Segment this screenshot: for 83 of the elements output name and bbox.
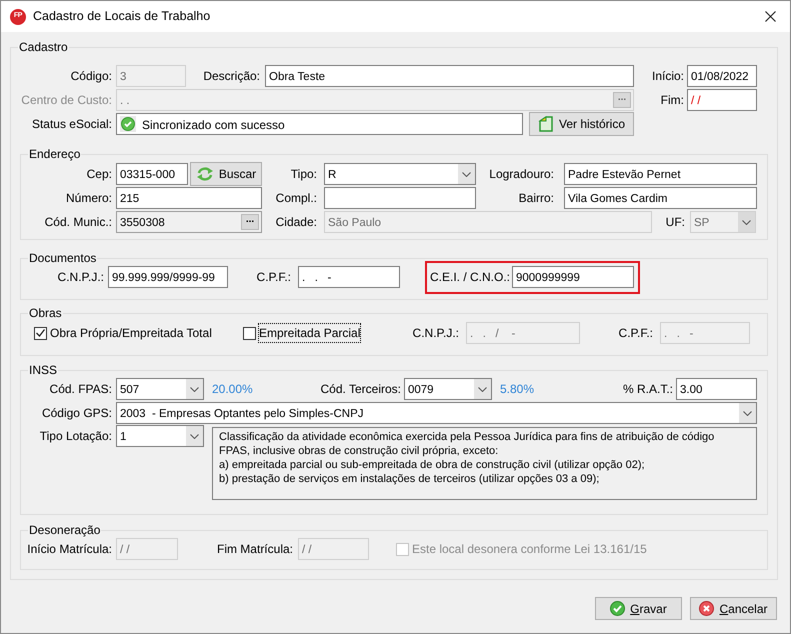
ellipsis-button[interactable]: ... bbox=[241, 214, 259, 230]
rate-text: 5.80% bbox=[500, 381, 536, 398]
input-field[interactable]: Obra Teste bbox=[265, 65, 634, 87]
field-label: Status eSocial: bbox=[30, 116, 112, 133]
field-label: C.P.F.: bbox=[256, 269, 291, 286]
field-label: Início: bbox=[650, 68, 684, 85]
lookup-field[interactable]: 3550308 ... bbox=[116, 211, 262, 233]
action-button[interactable]: Gravar bbox=[595, 597, 682, 620]
field-label: C.E.I. / C.N.O.: bbox=[430, 269, 508, 286]
rate-text: 20.00% bbox=[212, 381, 254, 398]
field-label: % R.A.T.: bbox=[622, 381, 673, 398]
field-label: Tipo Lotação: bbox=[38, 428, 112, 445]
check-circle-icon bbox=[610, 601, 626, 616]
chevron-down-icon bbox=[743, 410, 752, 416]
field-label: UF: bbox=[664, 214, 685, 231]
input-field[interactable]: Padre Estevão Pernet bbox=[564, 163, 757, 185]
field-label: Cód. FPAS: bbox=[48, 381, 112, 398]
field-label: Cidade: bbox=[274, 214, 317, 231]
check-circle-icon bbox=[120, 116, 136, 132]
input-field[interactable] bbox=[324, 187, 476, 209]
input-field[interactable]: 03315-000 bbox=[116, 163, 188, 185]
input-field[interactable]: Vila Gomes Cardim bbox=[564, 187, 757, 209]
input-field[interactable]: 215 bbox=[116, 187, 262, 209]
chevron-down-icon bbox=[190, 386, 199, 392]
input-field[interactable]: 01/08/2022 bbox=[687, 65, 757, 87]
field-label: Fim: bbox=[660, 92, 684, 109]
close-icon[interactable] bbox=[765, 11, 776, 22]
field-label: Cód. Terceiros: bbox=[320, 381, 401, 398]
action-button[interactable]: Ver histórico bbox=[529, 112, 634, 136]
input-field[interactable]: . . - bbox=[298, 266, 400, 288]
checkbox-label[interactable]: Empreitada Parcial bbox=[259, 324, 360, 342]
checkmark-icon bbox=[36, 329, 45, 337]
field-label: Bairro: bbox=[518, 190, 554, 207]
dropdown-button[interactable] bbox=[186, 379, 203, 399]
dropdown-field[interactable]: 1 bbox=[116, 425, 204, 447]
group-title: Endereço bbox=[28, 146, 82, 162]
status-field[interactable]: Sincronizado com sucesso bbox=[116, 113, 523, 135]
chevron-down-icon bbox=[742, 220, 751, 224]
field-label: C.N.P.J.: bbox=[56, 269, 104, 286]
checkbox[interactable] bbox=[243, 326, 256, 340]
input-field[interactable]: / / bbox=[687, 89, 757, 111]
action-button[interactable]: Buscar bbox=[190, 162, 262, 186]
field-label: Compl.: bbox=[274, 190, 317, 207]
chevron-down-icon bbox=[478, 386, 487, 392]
description-line: a) empreitada parcial ou sub-empreitada de obra de construção civil (utilizar opção 02); bbox=[219, 458, 646, 472]
input-field[interactable]: 99.999.999/9999-99 bbox=[108, 266, 228, 288]
description-line: Classificação da atividade econômica exercida pela Pessoa Jurídica para fins de atribuição de código bbox=[219, 430, 716, 444]
field-label: Cód. Munic.: bbox=[44, 214, 112, 231]
dropdown-field[interactable]: 0079 bbox=[404, 378, 492, 400]
description-line: FPAS, inclusive obras de construção civil própria, exceto: bbox=[219, 444, 500, 458]
refresh-icon bbox=[196, 167, 214, 181]
field-label: Fim Matrícula: bbox=[216, 541, 293, 558]
dropdown-field[interactable]: R bbox=[324, 163, 476, 185]
field-label: Centro de Custo: bbox=[20, 92, 112, 109]
field-label: C.P.F.: bbox=[618, 325, 653, 342]
checkbox[interactable] bbox=[34, 326, 47, 340]
field-label: Cep: bbox=[86, 166, 112, 183]
field-value: / / bbox=[691, 94, 702, 108]
field-label: Código GPS: bbox=[40, 405, 112, 422]
input-field[interactable]: 9000999999 bbox=[512, 266, 634, 288]
input-field[interactable]: 3.00 bbox=[676, 378, 757, 400]
checkbox-label[interactable]: Obra Própria/Empreitada Total bbox=[50, 324, 212, 342]
description-line: b) prestação de serviços em instalações de terceiros (utilizar opções 03 a 09); bbox=[219, 472, 600, 486]
dropdown-field[interactable]: 2003 - Empresas Optantes pelo Simples-CNPJ bbox=[116, 402, 757, 424]
dropdown-field[interactable]: 507 bbox=[116, 378, 204, 400]
document-icon bbox=[538, 116, 554, 132]
field-label: Início Matrícula: bbox=[26, 541, 112, 558]
dropdown-button[interactable] bbox=[186, 426, 203, 446]
field-label: Descrição: bbox=[202, 68, 260, 85]
group-title: Desoneração bbox=[28, 522, 102, 538]
chevron-down-icon bbox=[190, 434, 199, 438]
field-label: Tipo: bbox=[290, 166, 317, 183]
cancel-circle-icon bbox=[699, 601, 714, 616]
action-button[interactable]: Cancelar bbox=[690, 597, 777, 620]
dropdown-button[interactable] bbox=[458, 164, 475, 184]
dropdown-button[interactable] bbox=[739, 403, 756, 423]
window-title: Cadastro de Locais de Trabalho bbox=[33, 8, 210, 26]
chevron-down-icon bbox=[462, 172, 471, 176]
field-label: C.N.P.J.: bbox=[412, 325, 459, 342]
field-label: Número: bbox=[64, 190, 112, 207]
field-label: Código: bbox=[70, 68, 112, 85]
field-label: Logradouro: bbox=[488, 166, 554, 183]
dropdown-button[interactable] bbox=[474, 379, 491, 399]
